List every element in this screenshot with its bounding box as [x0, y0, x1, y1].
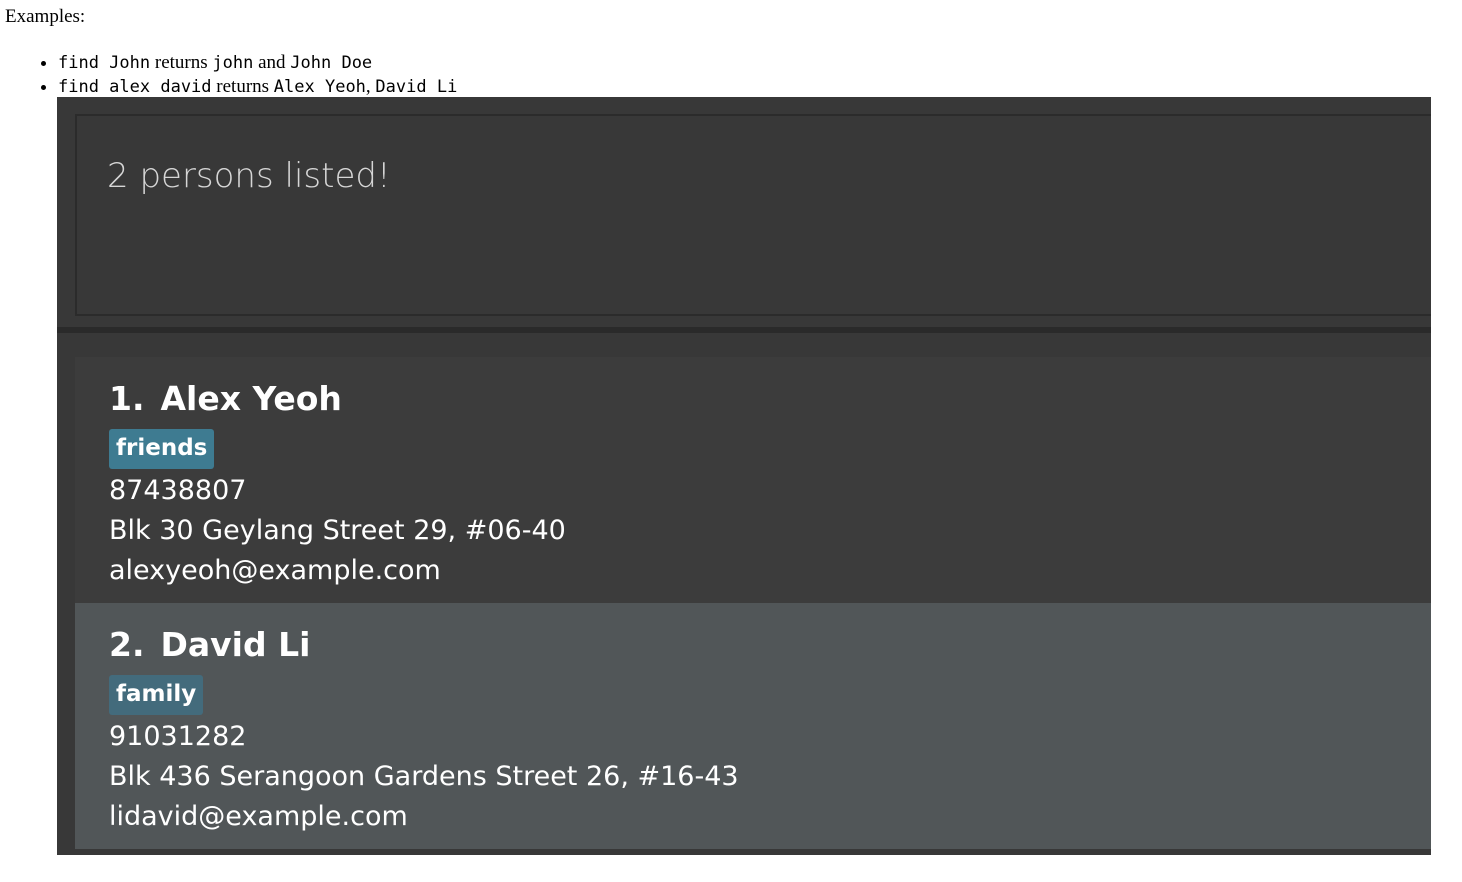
example-separator: and: [253, 52, 291, 73]
example-item: find alex david returns Alex Yeoh, David…: [58, 75, 457, 99]
example-item: find John returns john and John Doe: [58, 51, 457, 75]
person-card[interactable]: 1. Alex Yeoh friends 87438807 Blk 30 Geyl…: [75, 357, 1431, 603]
person-email: alexyeoh@example.com: [109, 555, 441, 586]
person-tag: friends: [109, 429, 215, 469]
example-command: find alex david: [58, 77, 212, 97]
person-address: Blk 30 Geylang Street 29, #06-40: [109, 515, 566, 546]
person-tag: family: [109, 675, 204, 715]
person-phone: 87438807: [109, 475, 247, 506]
person-phone: 91031282: [109, 721, 247, 752]
examples-heading: Examples:: [5, 6, 86, 27]
person-card-selected[interactable]: 2. David Li family 91031282 Blk 436 Seran…: [75, 603, 1431, 849]
example-returns-text: returns: [211, 76, 274, 97]
person-list[interactable]: 1. Alex Yeoh friends 87438807 Blk 30 Geyl…: [57, 333, 1431, 855]
person-index: 2.: [109, 625, 145, 664]
app-screenshot: 2 persons listed! 1. Alex Yeoh friends 87…: [57, 97, 1431, 855]
person-address: Blk 436 Serangoon Gardens Street 26, #16…: [109, 761, 739, 792]
example-result: David Li: [375, 77, 458, 97]
person-email: lidavid@example.com: [109, 801, 408, 832]
example-result: John Doe: [290, 53, 373, 73]
person-title: 2. David Li: [109, 625, 310, 664]
example-result: john: [212, 53, 254, 73]
example-returns-text: returns: [150, 52, 213, 73]
result-display[interactable]: 2 persons listed!: [75, 114, 1431, 316]
result-message: 2 persons listed!: [107, 156, 391, 196]
person-title: 1. Alex Yeoh: [109, 379, 342, 418]
example-separator: ,: [365, 76, 376, 97]
example-result: Alex Yeoh: [273, 77, 366, 97]
person-name: David Li: [160, 625, 311, 664]
examples-list: find John returns john and John Doe find…: [0, 51, 457, 99]
person-name: Alex Yeoh: [160, 379, 342, 418]
example-command: find John: [58, 53, 151, 73]
person-index: 1.: [109, 379, 145, 418]
